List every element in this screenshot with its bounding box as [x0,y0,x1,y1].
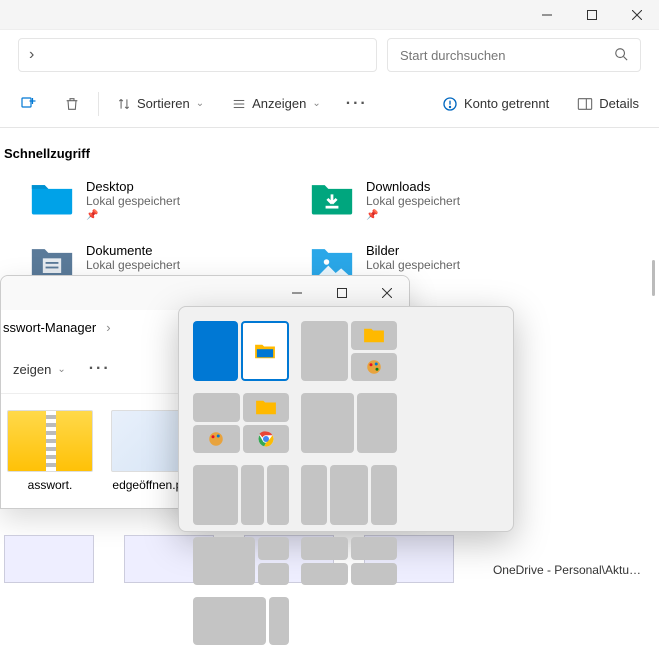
snap-cell [193,465,238,525]
quick-item-sub: Lokal gespeichert [366,258,460,272]
status-text: OneDrive - Personal\Aktu… [493,563,641,577]
snap-layout-option[interactable] [193,537,289,585]
explorer-icon [255,398,277,416]
maximize-button[interactable] [569,0,614,30]
snap-layout-option[interactable] [193,393,289,453]
snap-cell [193,597,266,645]
account-status[interactable]: Konto getrennt [432,90,559,118]
snap-layout-option[interactable] [193,465,289,525]
snap-layout-option[interactable] [193,321,289,381]
snap-cell [351,537,398,560]
details-label: Details [599,96,639,111]
quick-item-sub: Lokal gespeichert [86,194,180,208]
snap-cell [371,465,397,525]
view-label: zeigen [13,362,51,377]
quick-item-name: Desktop [86,179,180,194]
crumb-label: sswort-Manager [3,320,96,335]
file-item[interactable]: asswort. [5,410,95,492]
snap-cell [357,393,397,453]
view-button[interactable]: zeigen ⌄ [3,351,76,387]
toolbar: Sortieren ⌄ Anzeigen ⌄ ··· Konto getrenn… [0,80,659,128]
view-label: Anzeigen [252,96,306,111]
snap-cell [301,537,348,560]
minimize-button[interactable] [274,276,319,310]
snap-cell [193,537,255,585]
details-button[interactable]: Details [567,90,649,117]
snap-cell [243,393,290,422]
snap-cell-current [241,321,290,381]
breadcrumb[interactable]: › [18,38,377,72]
snap-cell [301,465,327,525]
search-input[interactable]: Start durchsuchen [387,38,641,72]
pin-icon: 📌 [86,210,180,221]
quick-item-sub: Lokal gespeichert [86,258,180,272]
view-button[interactable]: Anzeigen ⌄ [222,90,331,117]
address-row: › Start durchsuchen [0,30,659,80]
chevron-down-icon: ⌄ [196,98,204,109]
section-header: Schnellzugriff [0,138,659,175]
search-icon [614,47,628,64]
delete-button[interactable] [54,86,90,122]
zip-icon [7,410,93,472]
snap-layout-option[interactable] [301,537,397,585]
snap-cell [301,563,348,586]
quick-item-sub: Lokal gespeichert [366,194,460,208]
snap-layout-option[interactable] [301,465,397,525]
snap-cell [243,425,290,454]
quick-item-name: Bilder [366,243,460,258]
folder-icon [310,179,354,217]
new-item-button[interactable] [10,86,46,122]
snap-cell [258,537,289,560]
explorer-icon [363,326,385,344]
sort-button[interactable]: Sortieren ⌄ [107,90,214,117]
file-name: asswort. [28,478,73,492]
titlebar [0,0,659,30]
quick-item-name: Dokumente [86,243,180,258]
snap-cell [330,465,367,525]
account-label: Konto getrennt [464,96,549,111]
quick-item-desktop[interactable]: Desktop Lokal gespeichert 📌 [0,175,280,239]
snap-cell [267,465,290,525]
search-placeholder: Start durchsuchen [400,48,506,63]
snap-cell [193,425,240,454]
file-thumbnail[interactable] [4,535,94,583]
pin-icon: 📌 [366,210,460,221]
minimize-button[interactable] [524,0,569,30]
secondary-titlebar [1,276,409,310]
quick-item-downloads[interactable]: Downloads Lokal gespeichert 📌 [280,175,560,239]
scrollbar[interactable] [652,260,655,296]
snap-cell [351,563,398,586]
snap-cell [301,393,354,453]
snap-cell-active [193,321,238,381]
chevron-right-icon: › [106,320,110,335]
snap-layout-option[interactable] [301,393,397,453]
snap-cell [351,321,398,350]
snap-cell [258,563,289,586]
more-button[interactable]: ··· [339,86,375,122]
snap-cell [193,393,240,422]
snap-layout-option[interactable] [193,597,289,645]
folder-icon [30,179,74,217]
toolbar-divider [98,92,99,116]
chevron-right-icon: › [29,46,34,64]
paint-icon [363,358,385,376]
snap-cell [241,465,264,525]
snap-cell [269,597,289,645]
chevron-down-icon: ⌄ [57,364,65,375]
more-button[interactable]: ··· [82,351,118,387]
snap-layouts-flyout [178,306,514,532]
close-button[interactable] [364,276,409,310]
paint-icon [205,430,227,448]
snap-layout-option[interactable] [301,321,397,381]
snap-cell [301,321,348,381]
explorer-icon [254,342,276,360]
sort-label: Sortieren [137,96,190,111]
close-button[interactable] [614,0,659,30]
quick-item-name: Downloads [366,179,460,194]
maximize-button[interactable] [319,276,364,310]
chevron-down-icon: ⌄ [312,98,320,109]
snap-cell [351,353,398,382]
chrome-icon [255,430,277,448]
